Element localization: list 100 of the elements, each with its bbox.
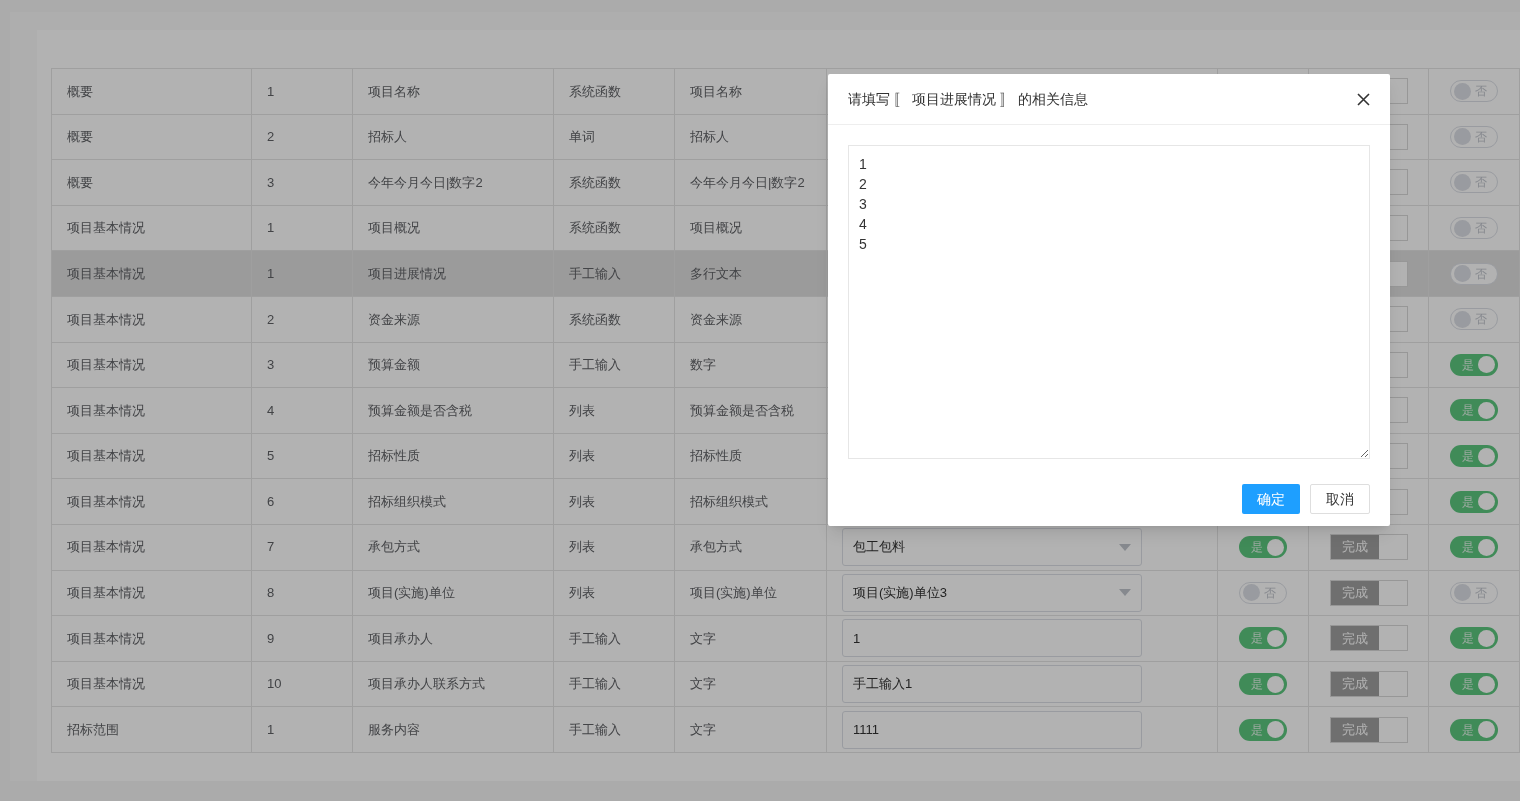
table-cell-text: 手工输入 bbox=[569, 629, 621, 648]
table-cell-text: 项目(实施)单位 bbox=[368, 584, 455, 603]
table-cell-text: 资金来源 bbox=[368, 310, 420, 329]
table-cell-text: 概要 bbox=[67, 128, 93, 147]
table-cell-text: 招标组织模式 bbox=[690, 492, 768, 511]
table-cell-text: 1 bbox=[267, 219, 275, 238]
input-field[interactable]: 1111 bbox=[842, 710, 1142, 749]
table-cell-text: 招标范围 bbox=[67, 720, 119, 739]
table-cell-text: 服务内容 bbox=[368, 720, 420, 739]
table-cell-text: 3 bbox=[267, 173, 275, 192]
input-field[interactable]: 手工输入1 bbox=[842, 665, 1142, 703]
table-cell-text: 预算金额 bbox=[368, 356, 420, 375]
toggle-switch[interactable]: 是 bbox=[1450, 536, 1498, 559]
toggle-switch[interactable]: 是 bbox=[1450, 445, 1498, 468]
table-cell-text: 项目名称 bbox=[690, 82, 742, 101]
table-cell-text: 系统函数 bbox=[569, 310, 621, 329]
table-cell-text: 系统函数 bbox=[569, 82, 621, 101]
confirm-button[interactable]: 确定 bbox=[1242, 484, 1300, 514]
done-button[interactable]: 完成 bbox=[1329, 534, 1408, 561]
table-cell-text: 4 bbox=[267, 401, 275, 420]
table-cell-text: 8 bbox=[267, 584, 275, 603]
table-cell-text: 项目基本情况 bbox=[67, 264, 145, 283]
table-cell-text: 单词 bbox=[569, 128, 595, 147]
table-cell-text: 项目基本情况 bbox=[67, 492, 145, 511]
table-cell-text: 9 bbox=[267, 629, 275, 648]
table-cell-text: 项目基本情况 bbox=[67, 219, 145, 238]
table-cell-text: 列表 bbox=[569, 401, 595, 420]
table-cell-text: 项目基本情况 bbox=[67, 310, 145, 329]
table-cell-text: 5 bbox=[267, 447, 275, 466]
table-cell-text: 项目进展情况 bbox=[368, 264, 446, 283]
table-cell-text: 项目承办人 bbox=[368, 629, 433, 648]
table-cell-text: 招标人 bbox=[368, 128, 407, 147]
table-cell-text: 1 bbox=[267, 720, 275, 739]
toggle-switch[interactable]: 是 bbox=[1450, 627, 1498, 650]
table-cell-text: 招标性质 bbox=[690, 447, 742, 466]
table-cell-text: 数字 bbox=[690, 356, 716, 375]
table-cell-text: 列表 bbox=[569, 584, 595, 603]
table-cell-text: 手工输入 bbox=[569, 675, 621, 694]
table-cell-text: 文字 bbox=[690, 720, 716, 739]
table-cell-text: 项目基本情况 bbox=[67, 538, 145, 557]
table-cell-text: 招标人 bbox=[690, 128, 729, 147]
toggle-switch[interactable]: 是 bbox=[1239, 673, 1287, 695]
table-cell-text: 项目承办人联系方式 bbox=[368, 675, 485, 694]
table-cell-text: 6 bbox=[267, 492, 275, 511]
done-button[interactable]: 完成 bbox=[1329, 671, 1408, 697]
table-cell-text: 项目基本情况 bbox=[67, 447, 145, 466]
table-cell-text: 项目概况 bbox=[690, 219, 742, 238]
table-cell-text: 项目基本情况 bbox=[67, 401, 145, 420]
toggle-switch[interactable]: 是 bbox=[1450, 490, 1498, 513]
toggle-switch[interactable]: 是 bbox=[1450, 399, 1498, 422]
toggle-switch[interactable]: 是 bbox=[1239, 718, 1287, 741]
text-area[interactable]: 1 2 3 4 5 bbox=[848, 145, 1370, 459]
table-cell-text: 项目基本情况 bbox=[67, 356, 145, 375]
table-cell-text: 资金来源 bbox=[690, 310, 742, 329]
table-cell-text: 手工输入 bbox=[569, 720, 621, 739]
table-cell-text: 今年今月今日|数字2 bbox=[368, 173, 483, 192]
table-cell-text: 列表 bbox=[569, 538, 595, 557]
table-cell-text: 承包方式 bbox=[368, 538, 420, 557]
dialog-title: 请填写 〚 项目进展情况 〛 的相关信息 bbox=[848, 89, 1088, 109]
table-cell-text: 招标性质 bbox=[368, 447, 420, 466]
select-field[interactable]: 项目(实施)单位3 bbox=[842, 573, 1142, 612]
table-cell-text: 预算金额是否含税 bbox=[368, 401, 472, 420]
table-cell-text: 今年今月今日|数字2 bbox=[690, 173, 805, 192]
table-cell-text: 概要 bbox=[67, 173, 93, 192]
table-cell-text: 系统函数 bbox=[569, 219, 621, 238]
cancel-button[interactable]: 取消 bbox=[1310, 484, 1370, 514]
table-cell-text: 手工输入 bbox=[569, 356, 621, 375]
table-cell-text: 3 bbox=[267, 356, 275, 375]
caret-icon bbox=[1119, 589, 1131, 597]
done-button[interactable]: 完成 bbox=[1329, 625, 1408, 652]
toggle-switch[interactable]: 是 bbox=[1239, 627, 1287, 650]
table-cell-text: 项目概况 bbox=[368, 219, 420, 238]
table-cell-text: 项目基本情况 bbox=[67, 629, 145, 648]
table-cell-text: 列表 bbox=[569, 447, 595, 466]
toggle-switch[interactable]: 是 bbox=[1450, 673, 1498, 695]
table-cell-text: 多行文本 bbox=[690, 264, 742, 283]
table-cell-text: 概要 bbox=[67, 82, 93, 101]
select-field[interactable]: 包工包料 bbox=[842, 528, 1142, 567]
table-cell-text: 项目名称 bbox=[368, 82, 420, 101]
table-cell-text: 系统函数 bbox=[569, 173, 621, 192]
toggle-switch[interactable]: 是 bbox=[1450, 718, 1498, 741]
toggle-switch[interactable]: 是 bbox=[1239, 536, 1287, 559]
table-cell-text: 文字 bbox=[690, 675, 716, 694]
table-cell-text: 1 bbox=[267, 82, 275, 101]
table-cell-text: 项目基本情况 bbox=[67, 675, 145, 694]
table-cell-text: 2 bbox=[267, 128, 275, 147]
table-cell-text: 7 bbox=[267, 538, 275, 557]
table-cell-text: 文字 bbox=[690, 629, 716, 648]
table-cell-text: 承包方式 bbox=[690, 538, 742, 557]
close-icon[interactable] bbox=[1357, 92, 1370, 106]
done-button[interactable]: 完成 bbox=[1329, 716, 1408, 743]
table-cell-text: 预算金额是否含税 bbox=[690, 401, 794, 420]
table-cell-text: 招标组织模式 bbox=[368, 492, 446, 511]
table-cell-text: 列表 bbox=[569, 492, 595, 511]
input-field[interactable]: 1 bbox=[842, 619, 1142, 658]
table-cell-text: 10 bbox=[267, 675, 282, 694]
table-cell-text: 项目基本情况 bbox=[67, 584, 145, 603]
toggle-switch[interactable]: 是 bbox=[1450, 353, 1498, 376]
caret-icon bbox=[1119, 543, 1131, 551]
done-button[interactable]: 完成 bbox=[1329, 579, 1408, 606]
